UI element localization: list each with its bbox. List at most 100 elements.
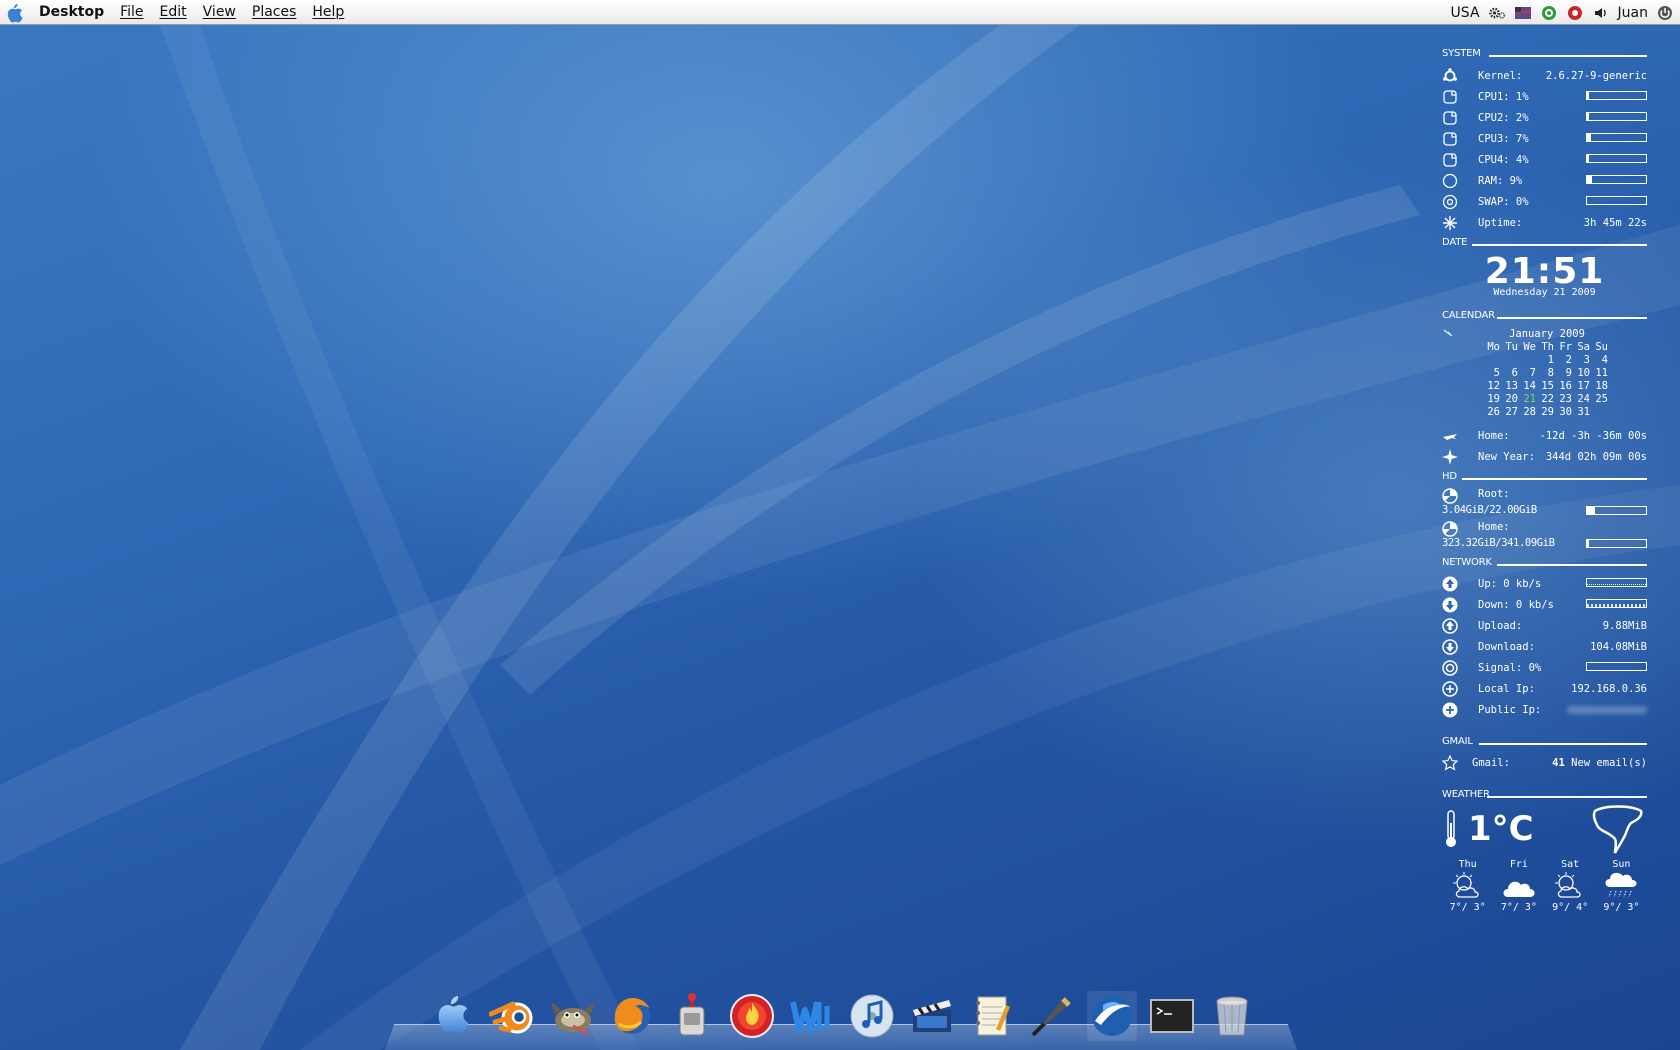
calendar-day: 26 bbox=[1487, 406, 1500, 418]
pin-icon bbox=[1442, 328, 1456, 345]
update-notifier-icon[interactable] bbox=[1540, 4, 1558, 22]
arrow-up-circle-icon bbox=[1442, 575, 1462, 593]
firestarter-icon bbox=[730, 994, 774, 1038]
section-title: DATE bbox=[1442, 237, 1468, 248]
forecast-day-name: Thu bbox=[1458, 859, 1477, 870]
section-title: GMAIL bbox=[1442, 736, 1473, 747]
calendar-month: January 2009 bbox=[1509, 328, 1585, 340]
dock-item-inkscape[interactable] bbox=[1027, 991, 1077, 1041]
calendar-weekday: Su bbox=[1595, 341, 1608, 353]
weather-widget: 1°C Thu 7°/ 3° Fri 7°/ 3° Sat 9°/ 4° Sun 9°/ 3° bbox=[1442, 803, 1647, 913]
disk-label: Home: bbox=[1478, 521, 1510, 533]
section-title: CALENDAR bbox=[1442, 310, 1495, 321]
dock-item-blender[interactable] bbox=[487, 991, 537, 1041]
dock-item-trash[interactable] bbox=[1207, 991, 1257, 1041]
calendar-grid: Mo Tu We Th Fr Sa Su 1 2 3 4 5 6 7 8 9 10 11 12 13 14 15 16 17… bbox=[1482, 341, 1608, 419]
disk-bar bbox=[1586, 539, 1647, 548]
metric-label: RAM: 9% bbox=[1478, 174, 1523, 187]
top-menu-bar: Desktop File Edit View Places Help USA J… bbox=[0, 0, 1680, 25]
gimp-icon bbox=[551, 1002, 595, 1036]
swap-icon bbox=[1442, 193, 1462, 211]
calendar-day: 28 bbox=[1523, 406, 1536, 418]
net-down-row: Down: 0 kb/s bbox=[1442, 594, 1647, 615]
volume-icon[interactable] bbox=[1592, 4, 1610, 22]
calendar-weekday: Fr bbox=[1559, 341, 1572, 353]
calendar-day: 12 bbox=[1487, 380, 1500, 392]
signal-label: Signal: 0% bbox=[1478, 661, 1542, 674]
local-ip-row: Local Ip: 192.168.0.36 bbox=[1442, 678, 1647, 699]
calendar-day bbox=[1482, 354, 1500, 367]
dock-item-text-editor[interactable] bbox=[967, 991, 1017, 1041]
calendar-day: 22 bbox=[1541, 393, 1554, 405]
gear-icon[interactable] bbox=[1488, 4, 1506, 22]
calendar-day: 17 bbox=[1577, 380, 1590, 392]
local-ip-value: 192.168.0.36 bbox=[1571, 682, 1647, 695]
itunes-icon bbox=[850, 994, 894, 1038]
cloud-icon bbox=[1493, 870, 1544, 902]
gmail-row: Gmail: 41 New email(s) bbox=[1442, 752, 1647, 773]
net-up-label: Up: 0 kb/s bbox=[1478, 577, 1542, 590]
flag-icon[interactable] bbox=[1514, 4, 1532, 22]
signal-row: Signal: 0% bbox=[1442, 657, 1647, 678]
keyboard-layout-indicator[interactable]: USA bbox=[1451, 5, 1480, 21]
section-title: SYSTEM bbox=[1442, 48, 1481, 59]
metric-bar bbox=[1586, 133, 1647, 142]
metric-label: CPU4: 4% bbox=[1478, 153, 1529, 166]
gmail-count: 41 bbox=[1552, 756, 1565, 769]
dock-item-terminal[interactable] bbox=[1147, 991, 1197, 1041]
plus-circle-filled-icon bbox=[1442, 701, 1462, 719]
dock-item-synaptic[interactable] bbox=[667, 991, 717, 1041]
kernel-label: Kernel: bbox=[1478, 69, 1523, 82]
dock-item-finder[interactable] bbox=[427, 991, 477, 1041]
calendar-block: January 2009 Mo Tu We Th Fr Sa Su 1 2 3 4 5 6 7 8 9 10 1… bbox=[1442, 328, 1647, 419]
chip-icon bbox=[1442, 88, 1462, 106]
upload-label: Upload: bbox=[1478, 619, 1523, 632]
apple-menu-icon[interactable] bbox=[3, 1, 25, 23]
public-ip-row: Public Ip: bbox=[1442, 699, 1647, 720]
download-value: 104.08MiB bbox=[1590, 640, 1647, 653]
firestarter-tray-icon[interactable] bbox=[1566, 4, 1584, 22]
gmail-label: Gmail: bbox=[1472, 756, 1510, 769]
dock-item-google-earth[interactable] bbox=[1087, 991, 1137, 1041]
calendar-weekday: Tu bbox=[1505, 341, 1518, 353]
dock bbox=[385, 985, 1297, 1050]
section-header-gmail: GMAIL bbox=[1442, 736, 1647, 750]
current-temperature: 1°C bbox=[1468, 809, 1534, 849]
menu-help[interactable]: Help bbox=[312, 4, 344, 20]
calendar-day: 31 bbox=[1577, 406, 1590, 418]
forecast-day: Sun 9°/ 3° bbox=[1596, 859, 1647, 913]
gmail-suffix: New email(s) bbox=[1571, 756, 1647, 769]
dock-item-gimp[interactable] bbox=[547, 991, 597, 1041]
forecast-list: Thu 7°/ 3° Fri 7°/ 3° Sat 9°/ 4° Sun 9°/ 3° bbox=[1442, 859, 1647, 913]
menu-file[interactable]: File bbox=[120, 4, 143, 20]
countdown-label: Home: bbox=[1478, 429, 1510, 442]
metric-row: CPU3: 7% bbox=[1442, 128, 1647, 149]
chip-icon bbox=[1442, 130, 1462, 148]
calendar-day: 1 bbox=[1547, 354, 1554, 366]
dock-item-itunes[interactable] bbox=[847, 991, 897, 1041]
calendar-day: 25 bbox=[1595, 393, 1608, 405]
power-icon[interactable] bbox=[1656, 4, 1674, 22]
net-up-graph bbox=[1586, 578, 1647, 587]
dock-item-writer[interactable] bbox=[787, 991, 837, 1041]
dock-item-firefox[interactable] bbox=[607, 991, 657, 1041]
metric-bar bbox=[1586, 175, 1647, 184]
metric-row: CPU1: 1% bbox=[1442, 86, 1647, 107]
terminal-icon bbox=[1150, 999, 1194, 1033]
menu-places[interactable]: Places bbox=[252, 4, 297, 20]
calendar-week: 26 27 28 29 30 31 bbox=[1482, 406, 1608, 419]
dock-item-video-editor[interactable] bbox=[907, 991, 957, 1041]
ubuntu-logo-icon bbox=[1442, 67, 1462, 85]
app-name[interactable]: Desktop bbox=[39, 4, 104, 20]
calendar-week: 12 13 14 15 16 17 18 bbox=[1482, 380, 1608, 393]
google-earth-icon bbox=[1092, 996, 1132, 1036]
menu-edit[interactable]: Edit bbox=[160, 4, 187, 20]
user-name[interactable]: Juan bbox=[1618, 5, 1648, 21]
kernel-value: 2.6.27-9-generic bbox=[1545, 69, 1647, 82]
clock: 21:51 Wednesday 21 2009 bbox=[1442, 253, 1647, 299]
menu-view[interactable]: View bbox=[203, 4, 236, 20]
package-manager-icon bbox=[679, 993, 705, 1036]
calendar-day: 18 bbox=[1595, 380, 1608, 392]
calendar-weekday: Mo bbox=[1487, 341, 1500, 353]
dock-item-firestarter[interactable] bbox=[727, 991, 777, 1041]
